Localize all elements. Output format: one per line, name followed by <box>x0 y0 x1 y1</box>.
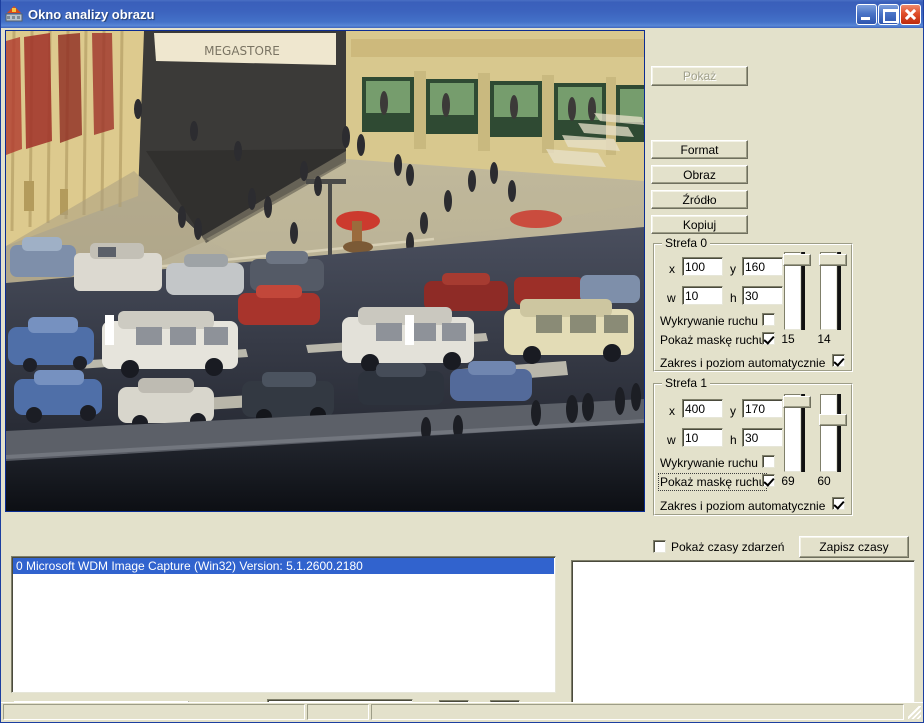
zone-1-slider-1-value: 69 <box>781 474 795 488</box>
zone-1-show-mask-label: Pokaż maskę ruchu <box>657 473 768 491</box>
zone-1-groupbox: Strefa 1 x 400 y 170 w 10 h 30 Wykrywani… <box>653 376 853 516</box>
zone-0-motion-detect-checkbox[interactable] <box>762 313 775 326</box>
zone-0-x-input[interactable]: 100 <box>682 257 723 276</box>
window-title: Okno analizy obrazu <box>28 6 155 22</box>
zone-0-slider-2-value: 14 <box>817 332 831 346</box>
zone-0-y-label: y <box>730 262 736 276</box>
zone-0-groupbox: Strefa 0 x 100 y 160 w 10 h 30 Wykrywani… <box>653 236 853 372</box>
zone-0-slider-1[interactable] <box>783 252 815 330</box>
zone-1-w-input[interactable]: 10 <box>682 428 723 447</box>
zone-0-h-input[interactable]: 30 <box>742 286 783 305</box>
title-bar[interactable]: Okno analizy obrazu <box>1 0 923 28</box>
zone-0-slider-2[interactable] <box>819 252 851 330</box>
zone-1-y-input[interactable]: 170 <box>742 399 783 418</box>
zone-1-slider-1[interactable] <box>783 394 815 472</box>
save-times-button[interactable]: Zapisz czasy <box>799 536 909 558</box>
zone-0-show-mask-label: Pokaż maskę ruchu <box>660 333 766 347</box>
caption-y-input[interactable]: 1 <box>490 700 520 702</box>
video-preview-image: MEGASTORE <box>6 31 644 511</box>
zone-1-motion-detect-checkbox[interactable] <box>762 455 775 468</box>
zone-1-slider-2-value: 60 <box>817 474 831 488</box>
svg-text:MEGASTORE: MEGASTORE <box>204 44 280 58</box>
app-camera-icon <box>5 5 23 23</box>
caption-input[interactable] <box>267 699 413 702</box>
maximize-button[interactable] <box>878 3 899 25</box>
status-pane-3 <box>371 704 904 720</box>
zone-marker-0 <box>105 315 114 345</box>
list-item[interactable]: 0 Microsoft WDM Image Capture (Win32) Ve… <box>13 558 554 574</box>
show-event-times-label: Pokaż czasy zdarzeń <box>671 540 785 554</box>
zone-0-x-label: x <box>669 262 675 276</box>
event-listbox[interactable] <box>571 560 915 702</box>
zone-0-y-input[interactable]: 160 <box>742 257 783 276</box>
zone-0-motion-detect-label: Wykrywanie ruchu <box>660 314 758 328</box>
zone-0-slider-1-value: 15 <box>781 332 795 346</box>
show-button[interactable]: Pokaż <box>651 66 748 86</box>
zone-1-h-label: h <box>730 433 737 447</box>
show-event-times-checkbox[interactable] <box>653 540 666 553</box>
status-pane-1 <box>3 704 305 720</box>
close-button[interactable] <box>900 3 921 25</box>
zone-1-x-label: x <box>669 404 675 418</box>
minimize-button[interactable] <box>856 3 877 25</box>
video-preview-frame[interactable]: MEGASTORE <box>5 30 645 512</box>
zone-0-h-label: h <box>730 291 737 305</box>
zone-1-y-label: y <box>730 404 736 418</box>
zone-1-title: Strefa 1 <box>662 376 711 390</box>
image-button[interactable]: Obraz <box>651 165 748 184</box>
zone-1-slider-2[interactable] <box>819 394 851 472</box>
zone-1-auto-checkbox[interactable] <box>832 497 845 510</box>
zone-0-auto-label: Zakres i poziom automatycznie <box>660 356 826 370</box>
show-grabbers-button[interactable]: Pokaż listę grabberów <box>14 701 189 702</box>
status-pane-2 <box>307 704 369 720</box>
zone-marker-1 <box>405 315 414 345</box>
application-window: Okno analizy obrazu MEGASTORE Pokaż Form… <box>0 0 924 723</box>
caption-x-input[interactable]: 1 <box>439 700 469 702</box>
resize-grip-icon[interactable] <box>906 704 922 720</box>
format-button[interactable]: Format <box>651 140 748 159</box>
zone-1-motion-detect-label: Wykrywanie ruchu <box>660 456 758 470</box>
zone-0-title: Strefa 0 <box>662 236 711 250</box>
zone-1-w-label: w <box>667 433 676 447</box>
zone-1-x-input[interactable]: 400 <box>682 399 723 418</box>
zone-0-w-input[interactable]: 10 <box>682 286 723 305</box>
zone-0-w-label: w <box>667 291 676 305</box>
zone-1-auto-label: Zakres i poziom automatycznie <box>660 499 826 513</box>
client-area: MEGASTORE Pokaż Format Obraz Źródło Kopi… <box>1 28 923 702</box>
grabber-listbox[interactable]: 0 Microsoft WDM Image Capture (Win32) Ve… <box>11 556 556 693</box>
source-button[interactable]: Źródło <box>651 190 748 209</box>
zone-1-h-input[interactable]: 30 <box>742 428 783 447</box>
zone-0-auto-checkbox[interactable] <box>832 354 845 367</box>
copy-button[interactable]: Kopiuj <box>651 215 748 234</box>
status-bar <box>1 702 923 722</box>
